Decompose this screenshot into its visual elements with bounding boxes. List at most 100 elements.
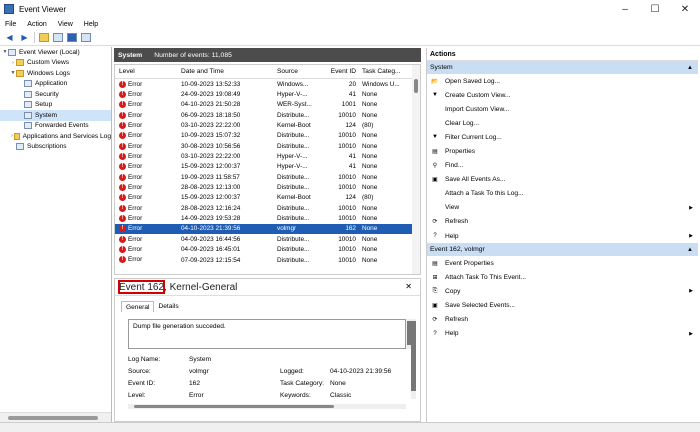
tree-item-windows-logs[interactable]: ▼ Windows Logs [0,68,111,79]
cell-text: 162 [345,225,356,233]
cell-text: Distribute... [277,204,310,212]
action-help[interactable]: ? Help ▶ [427,327,698,341]
close-button[interactable]: ✕ [670,0,700,18]
collapse-icon[interactable]: ▲ [687,65,693,71]
cell-event-id: 20 [330,81,360,88]
table-row[interactable]: ! Error 04-10-2023 21:39:56 volmgr 162 None [115,223,420,235]
help-icon[interactable] [67,33,77,42]
cell-text: 24-09-2023 19:08:49 [181,91,241,99]
action-save-selected-events[interactable]: ▣ Save Selected Events... [427,298,698,312]
table-scrollbar[interactable] [412,65,420,274]
actions-section-event[interactable]: Event 162, volmgr ▲ [427,243,698,257]
action-attach-a-task-to-this-log[interactable]: Attach a Task To this Log... [427,187,698,201]
collapse-icon[interactable]: ▲ [687,247,693,253]
console-tree-icon[interactable] [53,33,63,42]
action-help[interactable]: ? Help ▶ [427,229,698,243]
table-row[interactable]: ! Error 10-09-2023 15:07:32 Distribute... 10… [115,131,420,141]
minimize-button[interactable]: – [610,0,640,18]
tree-item-custom-views[interactable]: › Custom Views [0,58,111,69]
cell-source: Distribute... [277,132,330,139]
table-row[interactable]: ! Error 10-09-2023 13:52:33 Windows... 20 Win… [115,79,420,89]
action-copy[interactable]: ⎘ Copy ▶ [427,284,698,298]
action-refresh[interactable]: ⟳ Refresh [427,215,698,229]
tree-item-setup[interactable]: Setup [0,100,111,111]
action-find[interactable]: ⚲ Find... [427,159,698,173]
tab-details[interactable]: Details [154,301,182,312]
tree-item-applications-and-services-log[interactable]: › Applications and Services Log [0,131,111,142]
action-attach-task-to-this-event[interactable]: ⊞ Attach Task To This Event... [427,270,698,284]
tree-item-security[interactable]: Security [0,89,111,100]
column-event-id[interactable]: Event ID [330,68,360,75]
action-import-custom-view[interactable]: Import Custom View... [427,102,698,116]
cell-text: volmgr [277,225,297,233]
table-row[interactable]: ! Error 19-09-2023 11:58:57 Distribute... 10… [115,172,420,182]
tree-item-event-viewer-local-[interactable]: ▼ Event Viewer (Local) [0,47,111,58]
cell-source: Windows... [277,81,330,88]
cell-level: ! Error [115,163,181,171]
action-filter-current-log[interactable]: ▼ Filter Current Log... [427,130,698,144]
cell-text: Error [128,101,143,109]
table-row[interactable]: ! Error 04-10-2023 21:50:28 WER-Syst... 1001… [115,100,420,110]
event-id-label: Event ID: [128,380,156,387]
action-event-properties[interactable]: ▤ Event Properties [427,256,698,270]
action-view[interactable]: View ▶ [427,201,698,215]
tree-scrollbar[interactable] [0,412,111,422]
cell-text: 07-09-2023 12:15:54 [181,256,241,264]
cell-event-id: 41 [330,91,360,98]
tree-item-system[interactable]: System [0,110,111,121]
close-icon[interactable]: ✕ [405,282,412,291]
action-pane-icon[interactable] [81,33,91,42]
menu-action[interactable]: Action [27,21,46,28]
action-open-saved-log[interactable]: 📂 Open Saved Log... [427,74,698,88]
table-row[interactable]: ! Error 07-09-2023 12:15:54 Distribute... 10… [115,255,420,265]
cell-event-id: 41 [330,163,360,170]
action-label: Create Custom View... [445,91,511,99]
action-refresh[interactable]: ⟳ Refresh [427,313,698,327]
table-row[interactable]: ! Error 24-09-2023 19:08:49 Hyper-V-... 41 No… [115,89,420,99]
column-task-category[interactable]: Task Categ... [360,68,410,75]
menu-help[interactable]: Help [84,21,98,28]
cell-date-time: 04-09-2023 16:45:01 [181,246,277,253]
action-label: Attach a Task To this Log... [445,190,524,198]
action-save-all-events-as[interactable]: ▣ Save All Events As... [427,173,698,187]
table-row[interactable]: ! Error 30-08-2023 10:56:56 Distribute... 10… [115,141,420,151]
tree-item-application[interactable]: Application [0,79,111,90]
action-create-custom-view[interactable]: ▼ Create Custom View... [427,88,698,102]
actions-section-system[interactable]: System ▲ [427,61,698,74]
table-row[interactable]: ! Error 06-09-2023 18:18:50 Distribute... 10… [115,110,420,120]
cell-level: ! Error [115,225,181,233]
table-row[interactable]: ! Error 03-10-2023 22:22:00 Hyper-V-... 41 No… [115,151,420,161]
logged-label: Logged: [280,368,304,375]
tab-general[interactable]: General [121,301,155,312]
menu-view[interactable]: View [58,21,73,28]
table-row[interactable]: ! Error 28-08-2023 12:13:00 Distribute... 10… [115,182,420,192]
folder-icon[interactable] [39,33,49,42]
cell-date-time: 04-09-2023 16:44:56 [181,236,277,243]
action-clear-log[interactable]: Clear Log... [427,116,698,130]
keywords-label: Keywords: [280,392,311,399]
tree-item-forwarded-events[interactable]: Forwarded Events [0,121,111,132]
column-date[interactable]: Date and Time [181,68,277,75]
table-row[interactable]: ! Error 04-09-2023 16:44:56 Distribute... 10… [115,234,420,244]
cell-text: 124 [345,194,356,202]
forward-arrow-icon[interactable]: ▶ [19,32,30,43]
action-properties[interactable]: ▤ Properties [427,144,698,158]
table-row[interactable]: ! Error 03-10-2023 22:22:00 Kernel-Boot 124(… [115,120,420,130]
cell-source: Hyper-V-... [277,153,330,160]
table-row[interactable]: ! Error 14-09-2023 19:53:28 Distribute... 10… [115,213,420,223]
folder-icon [16,59,24,67]
details-scrollbar[interactable] [411,319,416,399]
cell-date-time: 28-08-2023 12:13:00 [181,184,277,191]
tree-item-subscriptions[interactable]: Subscriptions [0,142,111,153]
table-row[interactable]: ! Error 15-09-2023 12:00:37 Kernel-Boot 124(… [115,193,420,203]
table-row[interactable]: ! Error 28-08-2023 12:16:24 Distribute... 10… [115,203,420,213]
column-level[interactable]: Level [115,68,181,75]
table-row[interactable]: ! Error 15-09-2023 12:00:37 Hyper-V-... 41 No… [115,162,420,172]
table-row[interactable]: ! Error 04-09-2023 16:45:01 Distribute... 10… [115,245,420,255]
details-horizontal-scrollbar[interactable] [128,404,406,409]
column-source[interactable]: Source [277,68,330,75]
cell-text: 28-08-2023 12:13:00 [181,184,241,192]
maximize-button[interactable]: ☐ [640,0,670,18]
menu-file[interactable]: File [5,21,16,28]
back-arrow-icon[interactable]: ◀ [4,32,15,43]
